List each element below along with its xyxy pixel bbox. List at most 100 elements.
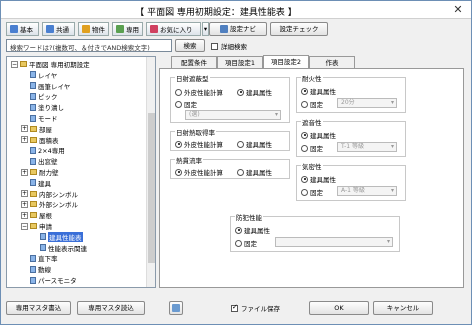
collapse-icon[interactable]: −: [11, 60, 18, 68]
radio-crime-attr[interactable]: 建具属性: [235, 225, 270, 235]
tree-scrollbar-thumb[interactable]: [148, 113, 155, 263]
tree-item[interactable]: + 屋根: [21, 210, 52, 220]
expand-icon[interactable]: +: [21, 136, 28, 144]
tab-3[interactable]: 作表: [309, 56, 355, 68]
radio-airtight-fixed[interactable]: 固定: [301, 187, 323, 197]
radio-solar-shading-calc[interactable]: 外皮性能計算: [175, 87, 223, 97]
radio-dot[interactable]: [301, 144, 308, 152]
radio-label: 建具属性: [310, 88, 336, 96]
close-icon[interactable]: ✕: [451, 3, 465, 17]
detail-search-checkbox[interactable]: [211, 42, 218, 50]
expand-icon[interactable]: +: [21, 190, 28, 198]
tree-item[interactable]: + 耐力壁: [21, 167, 59, 177]
tree-item[interactable]: 出窓壁: [21, 156, 58, 166]
radio-heat-gain-calc[interactable]: 外皮性能計算: [175, 139, 223, 149]
radio-dot[interactable]: [301, 175, 308, 183]
tree-item[interactable]: 建具性能表: [31, 231, 83, 242]
detail-search-toggle[interactable]: 詳細検索: [211, 41, 247, 51]
radio-heat-gain-attr[interactable]: 建具属性: [237, 139, 272, 149]
radio-u-value-attr[interactable]: 建具属性: [237, 167, 272, 177]
fire-resistance-combo[interactable]: 20分: [337, 98, 397, 108]
radio-dot[interactable]: [237, 140, 244, 148]
radio-dot[interactable]: [235, 226, 242, 234]
radio-dot[interactable]: [237, 168, 244, 176]
tree-item-label: 平面図 専用初期設定: [29, 61, 90, 69]
radio-dot[interactable]: [301, 87, 308, 95]
tree-item[interactable]: 2×4専用: [21, 145, 65, 155]
tree-item[interactable]: 塗り潰し: [21, 102, 64, 112]
group-sound-insulation: 遮音性 建具属性 固定 T-1 等級: [296, 117, 406, 157]
radio-crime-fixed[interactable]: 固定: [235, 238, 257, 248]
radio-dot[interactable]: [301, 131, 308, 139]
expand-icon[interactable]: +: [21, 125, 28, 133]
tree-item[interactable]: パースモニタ: [21, 275, 77, 285]
search-input[interactable]: 検索ワードは?(複数可、＆付きでAND検索文字): [6, 39, 172, 52]
radio-sound-attr[interactable]: 建具属性: [301, 130, 336, 140]
radio-dot[interactable]: [175, 168, 182, 176]
master-write-button[interactable]: 専用マスタ書込: [6, 301, 71, 315]
cancel-button[interactable]: キャンセル: [373, 301, 433, 315]
settings-navi-button[interactable]: 設定ナビ: [209, 22, 267, 36]
tree-item[interactable]: 動線: [21, 264, 51, 274]
expand-icon[interactable]: +: [21, 211, 28, 219]
tree-item[interactable]: + 部屋: [21, 124, 52, 134]
tree-item[interactable]: ピック: [21, 91, 58, 101]
tree-item[interactable]: 画筆レイヤ: [21, 81, 70, 91]
toolbar-button-3[interactable]: 専用: [112, 22, 143, 36]
help-button[interactable]: [169, 301, 183, 315]
master-read-button[interactable]: 専用マスタ読込: [77, 301, 145, 315]
document-icon: [30, 103, 36, 111]
tree-item-label: ピック: [38, 93, 58, 102]
tree-item[interactable]: 直下率: [21, 253, 58, 263]
toolbar-button-0[interactable]: 基本: [6, 22, 39, 36]
settings-tree[interactable]: − 平面図 専用初期設定 レイヤ 画筆レイヤピック 塗り潰し モード + 部屋 + 面積表 2×4専…: [6, 56, 156, 288]
tree-item[interactable]: + 面積表: [21, 135, 59, 145]
settings-check-button[interactable]: 設定チェック: [270, 22, 328, 36]
radio-airtight-attr[interactable]: 建具属性: [301, 174, 336, 184]
group-airtightness: 気密性 建具属性 固定 A-1 等級: [296, 161, 406, 201]
ok-button[interactable]: OK: [309, 301, 369, 315]
tree-item[interactable]: + 内部シンボル: [21, 189, 78, 199]
tree-item[interactable]: 性能表示関連: [31, 243, 87, 253]
crime-prevention-combo[interactable]: [275, 237, 393, 247]
sound-insulation-combo[interactable]: T-1 等級: [337, 142, 397, 152]
radio-dot[interactable]: [237, 88, 244, 96]
radio-fire-attr[interactable]: 建具属性: [301, 86, 336, 96]
tree-item[interactable]: モード: [21, 113, 58, 123]
radio-dot[interactable]: [175, 100, 182, 108]
radio-sound-fixed[interactable]: 固定: [301, 143, 323, 153]
toolbar-button-2[interactable]: 物件: [78, 22, 109, 36]
radio-dot[interactable]: [301, 100, 308, 108]
collapse-icon[interactable]: −: [21, 222, 28, 230]
expand-icon[interactable]: +: [21, 168, 28, 176]
tab-1[interactable]: 項目設定1: [217, 56, 263, 68]
radio-dot[interactable]: [301, 188, 308, 196]
favorites-dropdown-icon[interactable]: ▾: [202, 22, 209, 36]
tree-item[interactable]: − 申請: [21, 221, 52, 231]
radio-solar-shading-fixed[interactable]: 固定: [175, 99, 197, 109]
tree-item[interactable]: − 平面図 専用初期設定: [11, 59, 90, 69]
tree-item[interactable]: レイヤ: [21, 70, 57, 80]
radio-fire-fixed[interactable]: 固定: [301, 99, 323, 109]
tree-item[interactable]: 建具: [21, 178, 51, 188]
file-save-toggle[interactable]: ファイル保存: [231, 303, 280, 313]
radio-u-value-calc[interactable]: 外皮性能計算: [175, 167, 223, 177]
search-button[interactable]: 検索: [175, 39, 205, 52]
tab-2[interactable]: 項目設定2: [263, 55, 309, 68]
tree-scrollbar[interactable]: [146, 57, 155, 287]
solar-shading-combo[interactable]: (選): [185, 110, 281, 120]
tree-item-label: 2×4専用: [38, 147, 65, 156]
radio-dot[interactable]: [175, 140, 182, 148]
radio-dot[interactable]: [175, 88, 182, 96]
expand-icon[interactable]: +: [21, 200, 28, 208]
radio-solar-shading-attr[interactable]: 建具属性: [237, 87, 272, 97]
tab-0[interactable]: 配置条件: [171, 56, 217, 68]
radio-dot[interactable]: [235, 239, 242, 247]
toolbar-button-1[interactable]: 共通: [42, 22, 75, 36]
tree-item-label: 直下率: [38, 255, 58, 264]
tree-item[interactable]: + 外部シンボル: [21, 199, 78, 209]
airtightness-combo[interactable]: A-1 等級: [337, 186, 397, 196]
toolbar-button-4[interactable]: お気に入り: [146, 22, 201, 36]
file-save-checkbox[interactable]: [231, 303, 238, 312]
help-icon: [172, 304, 180, 312]
